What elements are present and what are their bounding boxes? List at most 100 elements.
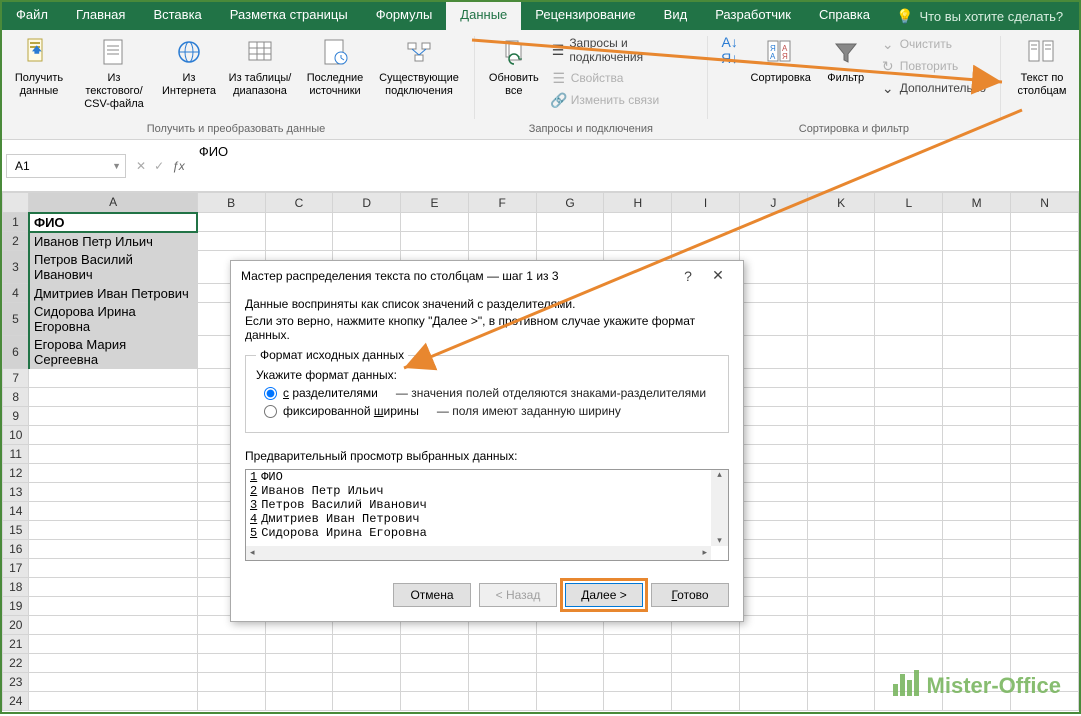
cell-J12[interactable] xyxy=(739,464,807,483)
cell-I2[interactable] xyxy=(672,232,740,251)
cell-L11[interactable] xyxy=(875,445,943,464)
menu-tab-данные[interactable]: Данные xyxy=(446,2,521,30)
scrollbar-vertical[interactable]: ▴▾ xyxy=(711,470,728,546)
cell-N15[interactable] xyxy=(1011,521,1079,540)
cell-N20[interactable] xyxy=(1011,616,1079,635)
cell-A3[interactable]: Петров Василий Иванович xyxy=(29,251,197,284)
row-header-20[interactable]: 20 xyxy=(3,616,29,635)
cell-N17[interactable] xyxy=(1011,559,1079,578)
column-header-A[interactable]: A xyxy=(29,193,197,213)
cell-A4[interactable]: Дмитриев Иван Петрович xyxy=(29,284,197,303)
cell-J24[interactable] xyxy=(739,692,807,711)
cell-G24[interactable] xyxy=(536,692,604,711)
cell-N5[interactable] xyxy=(1011,303,1079,336)
radio-delimited[interactable] xyxy=(264,387,277,400)
cell-L14[interactable] xyxy=(875,502,943,521)
cell-K6[interactable] xyxy=(807,336,875,369)
cell-K20[interactable] xyxy=(807,616,875,635)
cell-A6[interactable]: Егорова Мария Сергеевна xyxy=(29,336,197,369)
cell-N12[interactable] xyxy=(1011,464,1079,483)
cell-K5[interactable] xyxy=(807,303,875,336)
row-header-8[interactable]: 8 xyxy=(3,388,29,407)
cell-A11[interactable] xyxy=(29,445,197,464)
cell-N9[interactable] xyxy=(1011,407,1079,426)
cell-J23[interactable] xyxy=(739,673,807,692)
cell-K15[interactable] xyxy=(807,521,875,540)
cell-K8[interactable] xyxy=(807,388,875,407)
cell-J19[interactable] xyxy=(739,597,807,616)
cell-K3[interactable] xyxy=(807,251,875,284)
row-header-18[interactable]: 18 xyxy=(3,578,29,597)
menu-tab-файл[interactable]: Файл xyxy=(2,2,62,30)
cell-I23[interactable] xyxy=(672,673,740,692)
cell-L3[interactable] xyxy=(875,251,943,284)
cell-H22[interactable] xyxy=(604,654,672,673)
cell-E22[interactable] xyxy=(401,654,469,673)
cell-J2[interactable] xyxy=(739,232,807,251)
cell-C23[interactable] xyxy=(265,673,333,692)
column-header-E[interactable]: E xyxy=(401,193,469,213)
cell-A13[interactable] xyxy=(29,483,197,502)
cell-A8[interactable] xyxy=(29,388,197,407)
cell-L1[interactable] xyxy=(875,213,943,232)
cell-E1[interactable] xyxy=(401,213,469,232)
cell-J4[interactable] xyxy=(739,284,807,303)
cell-J18[interactable] xyxy=(739,578,807,597)
cell-K7[interactable] xyxy=(807,369,875,388)
menu-tab-рецензирование[interactable]: Рецензирование xyxy=(521,2,649,30)
row-header-9[interactable]: 9 xyxy=(3,407,29,426)
cell-N21[interactable] xyxy=(1011,635,1079,654)
cell-L21[interactable] xyxy=(875,635,943,654)
cell-K16[interactable] xyxy=(807,540,875,559)
row-header-12[interactable]: 12 xyxy=(3,464,29,483)
filter-button[interactable]: Фильтр xyxy=(820,34,872,87)
cell-N6[interactable] xyxy=(1011,336,1079,369)
cell-N8[interactable] xyxy=(1011,388,1079,407)
row-header-24[interactable]: 24 xyxy=(3,692,29,711)
cell-K14[interactable] xyxy=(807,502,875,521)
radio-fixed[interactable] xyxy=(264,405,277,418)
column-header-M[interactable]: M xyxy=(943,193,1011,213)
cell-L5[interactable] xyxy=(875,303,943,336)
cell-I22[interactable] xyxy=(672,654,740,673)
cell-J6[interactable] xyxy=(739,336,807,369)
cell-M14[interactable] xyxy=(943,502,1011,521)
cell-N18[interactable] xyxy=(1011,578,1079,597)
menu-tab-вставка[interactable]: Вставка xyxy=(139,2,215,30)
row-header-7[interactable]: 7 xyxy=(3,369,29,388)
cell-M16[interactable] xyxy=(943,540,1011,559)
close-button[interactable]: ✕ xyxy=(703,267,733,284)
cell-N10[interactable] xyxy=(1011,426,1079,445)
cell-L19[interactable] xyxy=(875,597,943,616)
cell-A10[interactable] xyxy=(29,426,197,445)
cell-K23[interactable] xyxy=(807,673,875,692)
cell-A15[interactable] xyxy=(29,521,197,540)
finish-button[interactable]: Готово xyxy=(651,583,729,607)
row-header-17[interactable]: 17 xyxy=(3,559,29,578)
radio-fixed-label[interactable]: фиксированной ширины xyxy=(283,404,419,418)
column-header-D[interactable]: D xyxy=(333,193,401,213)
column-header-C[interactable]: C xyxy=(265,193,333,213)
cell-L15[interactable] xyxy=(875,521,943,540)
cell-N2[interactable] xyxy=(1011,232,1079,251)
cancel-fx-icon[interactable]: ✕ xyxy=(136,159,146,173)
cell-J10[interactable] xyxy=(739,426,807,445)
cell-J8[interactable] xyxy=(739,388,807,407)
row-header-3[interactable]: 3 xyxy=(3,251,29,284)
menu-tab-разметка страницы[interactable]: Разметка страницы xyxy=(216,2,362,30)
menu-tab-формулы[interactable]: Формулы xyxy=(362,2,447,30)
cell-D2[interactable] xyxy=(333,232,401,251)
cell-M19[interactable] xyxy=(943,597,1011,616)
from-table-button[interactable]: Из таблицы/ диапазона xyxy=(224,34,296,100)
cell-H21[interactable] xyxy=(604,635,672,654)
cell-C1[interactable] xyxy=(265,213,333,232)
cell-K13[interactable] xyxy=(807,483,875,502)
cell-D23[interactable] xyxy=(333,673,401,692)
cell-A14[interactable] xyxy=(29,502,197,521)
cell-K2[interactable] xyxy=(807,232,875,251)
cell-H2[interactable] xyxy=(604,232,672,251)
properties-button[interactable]: ☰Свойства xyxy=(547,68,697,88)
next-button[interactable]: Далее > xyxy=(565,583,643,607)
cell-G21[interactable] xyxy=(536,635,604,654)
menu-tab-справка[interactable]: Справка xyxy=(805,2,884,30)
